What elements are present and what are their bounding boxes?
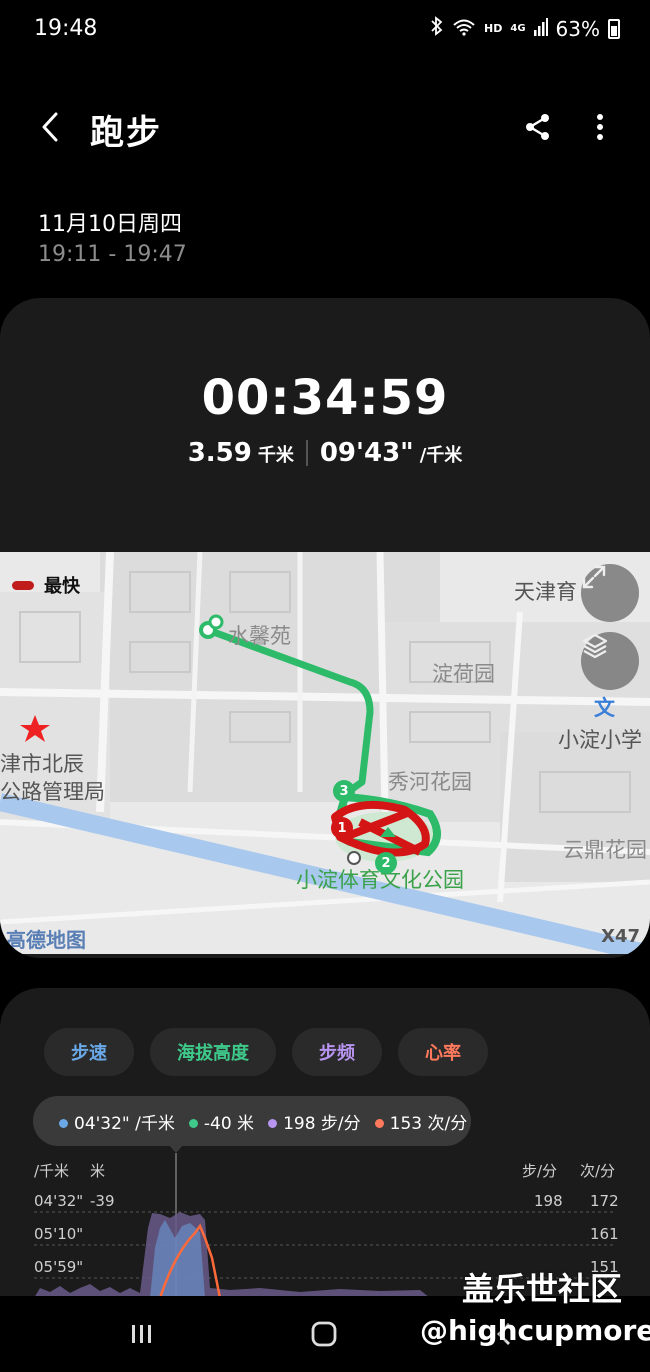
legend-label: 最快 (44, 576, 80, 597)
distance-unit: 千米 (257, 445, 294, 466)
lap-marker-3: 3 (333, 780, 355, 802)
watermark-handle: @highcupmore (420, 1314, 650, 1347)
map-label-beichen-1: 津市北辰 (0, 752, 84, 776)
wifi-icon (452, 17, 476, 41)
more-vertical-icon (597, 114, 603, 140)
bluetooth-icon (430, 16, 444, 41)
layers-icon (582, 633, 608, 659)
stats-divider (305, 440, 308, 466)
map-label-tianjin: 天津育 (514, 580, 577, 604)
distance-value: 3.59 (187, 438, 252, 468)
share-icon (526, 114, 549, 140)
map-layers-button[interactable] (581, 632, 639, 690)
session-date: 11月10日周四 (38, 212, 182, 237)
status-time: 19:48 (34, 16, 98, 41)
page-title: 跑步 (90, 113, 162, 153)
chevron-left-icon (42, 112, 58, 142)
map-label-shuixinyuan: 水馨苑 (228, 624, 291, 648)
map-legend: 最快 (12, 572, 80, 598)
status-icons: HD 4G 63% (430, 16, 620, 41)
share-button[interactable] (516, 107, 560, 147)
network-type: 4G (510, 23, 526, 34)
recent-apps-button[interactable] (112, 1316, 172, 1352)
pace-unit: /千米 (419, 445, 463, 466)
lap-marker-1: 1 (331, 817, 353, 839)
pace-value: 09'43" (319, 438, 414, 468)
signal-icon (533, 17, 548, 41)
map-label-school: 小淀小学 (558, 728, 642, 752)
fastest-swatch (12, 580, 34, 590)
map-label-xiuhe: 秀河花园 (388, 770, 472, 794)
map-label-dianheyuan: 淀荷园 (432, 662, 495, 686)
battery-percent: 63% (555, 16, 600, 41)
status-bar: 19:48 HD 4G 63% (0, 0, 650, 60)
stats-row: 3.59 千米 09'43" /千米 (0, 438, 650, 468)
map-label-yunding: 云鼎花园 (563, 838, 647, 862)
home-icon (311, 1321, 337, 1347)
expand-map-button[interactable] (581, 564, 639, 622)
amap-logo: 高德地图 (6, 928, 86, 952)
hd-indicator: HD (484, 22, 503, 35)
back-button[interactable] (30, 103, 70, 151)
road-label-x47: X47 (601, 926, 640, 947)
route-map[interactable]: 最快 天津育 水馨苑 淀荷园 文 小淀小学 津市北辰 公路管理局 秀河花园 云鼎… (0, 552, 650, 954)
battery-icon (608, 18, 620, 39)
map-label-wen: 文 (594, 696, 615, 720)
session-time-range: 19:11 - 19:47 (38, 242, 187, 267)
lap-marker-2: 2 (375, 852, 397, 874)
home-button[interactable] (294, 1316, 354, 1352)
more-options-button[interactable] (580, 107, 620, 147)
duration-value: 00:34:59 (201, 370, 449, 426)
map-label-beichen-2: 公路管理局 (0, 780, 105, 804)
recent-apps-icon (132, 1325, 151, 1343)
summary-card: 00:34:59 3.59 千米 09'43" /千米 最快 天津育 水馨苑 淀… (0, 298, 650, 958)
expand-icon (582, 565, 606, 589)
app-header: 跑步 (0, 95, 650, 159)
watermark-community: 盖乐世社区 (462, 1270, 623, 1308)
